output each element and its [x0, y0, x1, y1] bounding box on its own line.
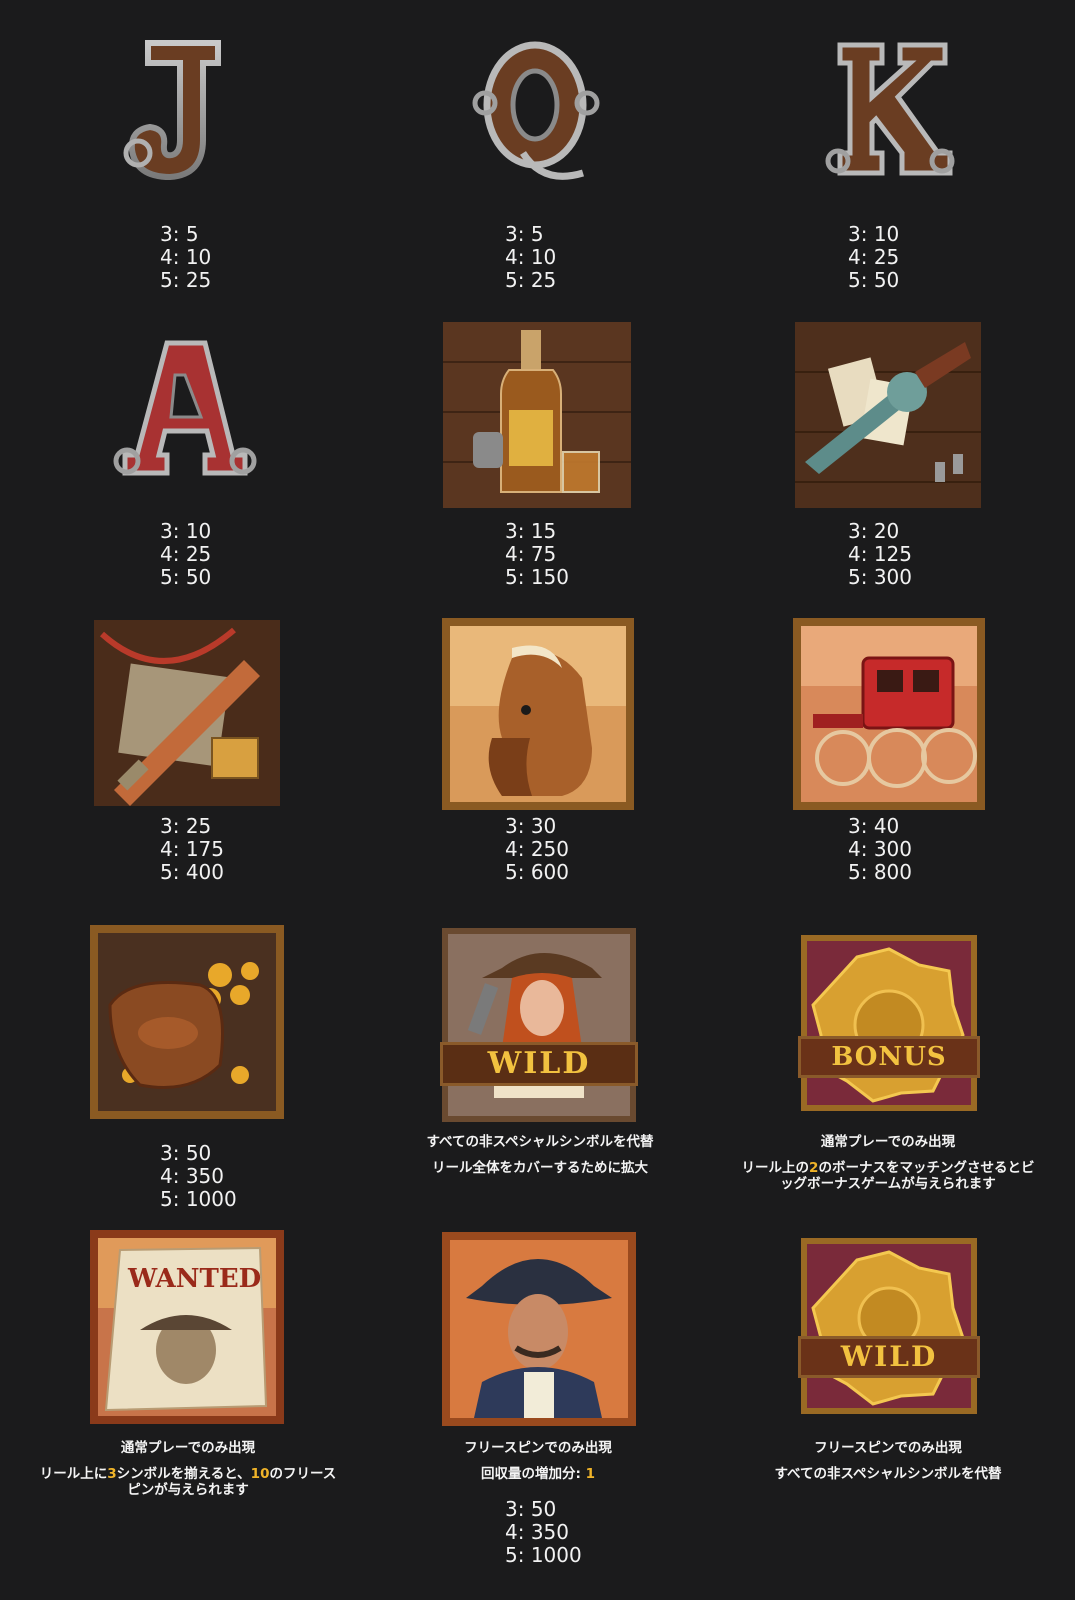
- payout-rifle: 3: 25 4: 175 5: 400: [160, 815, 224, 884]
- payout-revolver: 3: 20 4: 125 5: 300: [848, 520, 912, 589]
- wild-label: WILD: [487, 1046, 591, 1081]
- whiskey-icon: [443, 322, 631, 508]
- payout-line: 4: 75: [505, 542, 557, 566]
- wanted-desc: 通常プレーでのみ出現 リール上に3シンボルを揃えると、10のフリースピンが与えら…: [38, 1440, 338, 1498]
- wild-desc: すべての非スペシャルシンボルを代替 リール全体をカバーするために拡大: [390, 1134, 690, 1176]
- payout-line: 3: 30: [505, 814, 557, 838]
- payout-stagecoach: 3: 40 4: 300 5: 800: [848, 815, 912, 884]
- bonus-desc-line2: リール上の2のボーナスをマッチングさせるとビッグボーナスゲームが与えられます: [741, 1160, 1035, 1192]
- payout-line: 4: 25: [848, 245, 900, 269]
- bonus-desc: 通常プレーでのみ出現 リール上の2のボーナスをマッチングさせるとビッグボーナスゲ…: [738, 1134, 1038, 1192]
- sheriff-desc-line2: 回収量の増加分: 1: [480, 1466, 595, 1482]
- payout-line: 4: 125: [848, 542, 912, 566]
- payout-a: 3: 10 4: 25 5: 50: [160, 520, 211, 589]
- bonus-desc-line1: 通常プレーでのみ出現: [820, 1134, 956, 1150]
- payout-line: 3: 10: [160, 519, 212, 543]
- payout-line: 5: 800: [848, 860, 912, 884]
- payout-whiskey: 3: 15 4: 75 5: 150: [505, 520, 569, 589]
- payout-gold-bag: 3: 50 4: 350 5: 1000: [160, 1142, 237, 1211]
- bonus-icon: [801, 935, 977, 1111]
- payout-line: 5: 25: [505, 268, 557, 292]
- wild-woman-icon: [442, 928, 636, 1122]
- payout-k: 3: 10 4: 25 5: 50: [848, 223, 899, 292]
- payout-line: 5: 50: [848, 268, 900, 292]
- sheriff-desc-line1: フリースピンでのみ出現: [464, 1440, 612, 1456]
- revolver-icon: [795, 322, 981, 508]
- payout-line: 3: 5: [505, 222, 544, 246]
- horse-icon: [442, 618, 634, 810]
- payout-line: 4: 10: [160, 245, 212, 269]
- payout-line: 5: 600: [505, 860, 569, 884]
- wild-desc-line: すべての非スペシャルシンボルを代替: [426, 1134, 654, 1150]
- payout-line: 4: 25: [160, 542, 212, 566]
- letter-k-icon: [810, 35, 970, 185]
- payout-line: 4: 350: [505, 1520, 569, 1544]
- payout-horse: 3: 30 4: 250 5: 600: [505, 815, 569, 884]
- wild-desc-line: リール全体をカバーするために拡大: [432, 1160, 648, 1176]
- payout-line: 3: 5: [160, 222, 199, 246]
- payout-line: 4: 300: [848, 837, 912, 861]
- badge-wild-icon: [801, 1238, 977, 1414]
- payout-line: 3: 40: [848, 814, 900, 838]
- payout-j: 3: 5 4: 10 5: 25: [160, 223, 211, 292]
- wanted-icon: WANTED: [90, 1230, 284, 1424]
- letter-a-icon: [105, 335, 265, 485]
- gold-bag-icon: [90, 925, 284, 1119]
- payout-line: 3: 50: [505, 1497, 557, 1521]
- letter-j-icon: [108, 35, 258, 185]
- payout-line: 5: 1000: [160, 1187, 237, 1211]
- rifle-icon: [94, 620, 280, 806]
- badge-wild-desc-line: フリースピンでのみ出現: [814, 1440, 962, 1456]
- payout-line: 5: 50: [160, 565, 212, 589]
- wanted-desc-line2: リール上に3シンボルを揃えると、10のフリースピンが与えられます: [39, 1466, 337, 1498]
- payout-line: 5: 300: [848, 565, 912, 589]
- badge-wild-desc: フリースピンでのみ出現 すべての非スペシャルシンボルを代替: [738, 1440, 1038, 1482]
- payout-line: 3: 25: [160, 814, 212, 838]
- payout-q: 3: 5 4: 10 5: 25: [505, 223, 556, 292]
- payout-line: 5: 25: [160, 268, 212, 292]
- stagecoach-icon: [793, 618, 985, 810]
- wanted-label: WANTED: [128, 1264, 262, 1294]
- payout-line: 5: 150: [505, 565, 569, 589]
- payout-line: 3: 50: [160, 1141, 212, 1165]
- payout-line: 4: 175: [160, 837, 224, 861]
- payout-sheriff: 3: 50 4: 350 5: 1000: [505, 1498, 582, 1567]
- payout-line: 5: 400: [160, 860, 224, 884]
- payout-line: 5: 1000: [505, 1543, 582, 1567]
- wild-label-banner: WILD: [440, 1042, 638, 1086]
- badge-wild-desc-line: すべての非スペシャルシンボルを代替: [774, 1466, 1002, 1482]
- letter-q-icon: [463, 35, 613, 190]
- payout-line: 3: 15: [505, 519, 557, 543]
- wanted-desc-line1: 通常プレーでのみ出現: [120, 1440, 256, 1456]
- payout-line: 4: 350: [160, 1164, 224, 1188]
- payout-line: 4: 10: [505, 245, 557, 269]
- payout-line: 4: 250: [505, 837, 569, 861]
- bonus-label: BONUS: [831, 1042, 947, 1072]
- payout-line: 3: 10: [848, 222, 900, 246]
- bonus-label-banner: BONUS: [798, 1036, 980, 1078]
- badge-wild-label: WILD: [840, 1340, 938, 1373]
- sheriff-icon: [442, 1232, 636, 1426]
- payout-line: 3: 20: [848, 519, 900, 543]
- badge-wild-label-banner: WILD: [798, 1336, 980, 1378]
- sheriff-desc: フリースピンでのみ出現 回収量の増加分: 1: [388, 1440, 688, 1482]
